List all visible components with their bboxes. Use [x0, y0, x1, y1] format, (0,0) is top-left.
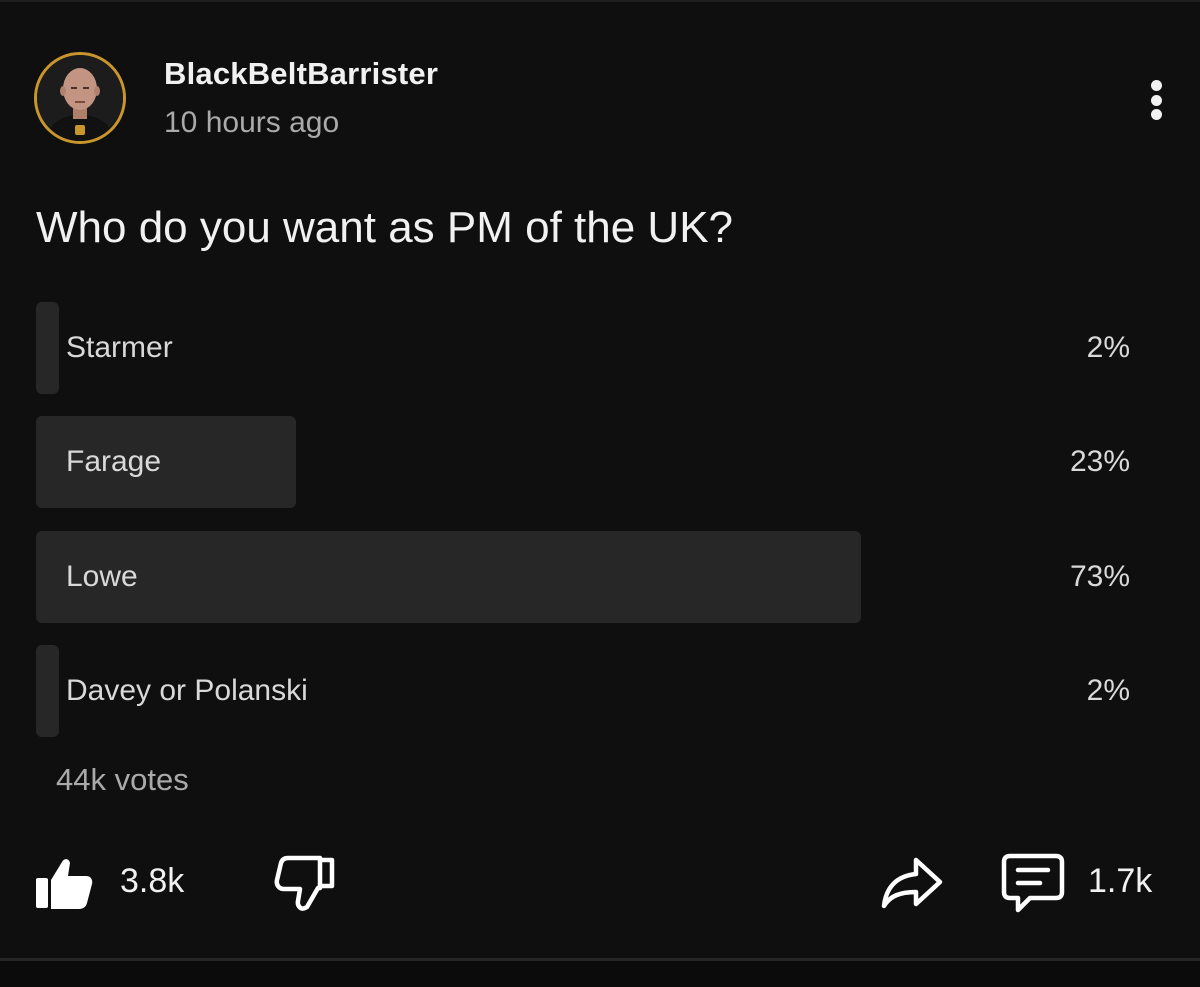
comment-count: 1.7k — [1088, 862, 1153, 900]
poll-option-bar — [36, 302, 59, 394]
poll-option[interactable]: Davey or Polanski 2% — [36, 645, 1166, 737]
like-count: 3.8k — [120, 862, 185, 900]
poll-option-label: Starmer — [66, 331, 173, 364]
poll-option-bar — [36, 645, 59, 737]
poll-option-label: Farage — [66, 445, 162, 478]
poll-option-label: Lowe — [66, 560, 138, 593]
share-icon[interactable] — [880, 854, 944, 912]
poll-option-percent: 23% — [1069, 445, 1130, 478]
channel-name[interactable]: BlackBeltBarrister — [164, 56, 438, 92]
poll-option-label: Davey or Polanski — [66, 674, 308, 707]
thumbs-up-icon[interactable] — [34, 852, 94, 912]
poll-option-percent: 2% — [1086, 674, 1130, 707]
next-post-edge — [0, 961, 1200, 987]
poll-option[interactable]: Lowe 73% — [36, 531, 1166, 623]
poll-option[interactable]: Starmer 2% — [36, 302, 1166, 394]
poll-question: Who do you want as PM of the UK? — [36, 203, 734, 252]
menu-dot — [1150, 94, 1162, 106]
post-timestamp: 10 hours ago — [164, 106, 340, 139]
poll-option[interactable]: Farage 23% — [36, 416, 1166, 508]
community-post: BlackBeltBarrister 10 hours ago Who do y… — [0, 0, 1200, 987]
menu-dot — [1150, 80, 1162, 91]
poll-option-bar — [36, 531, 861, 623]
menu-dot — [1150, 109, 1162, 120]
thumbs-down-icon[interactable] — [274, 852, 338, 916]
poll-option-percent: 2% — [1086, 331, 1130, 364]
top-divider — [0, 0, 1200, 2]
more-vert-icon[interactable] — [1136, 72, 1176, 128]
avatar-image — [37, 55, 123, 141]
vote-count: 44k votes — [56, 762, 189, 797]
comment-icon[interactable] — [1000, 852, 1066, 916]
poll-option-percent: 73% — [1069, 560, 1130, 593]
channel-avatar[interactable] — [34, 52, 126, 144]
